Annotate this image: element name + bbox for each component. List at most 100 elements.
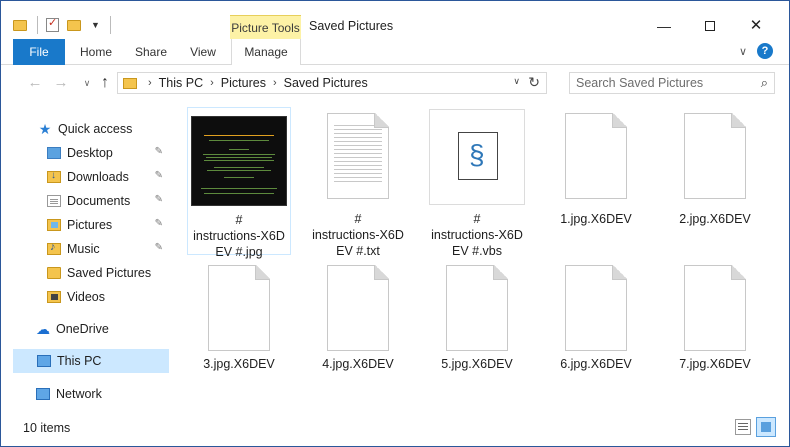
file-name: 4.jpg.X6DEV xyxy=(322,357,394,371)
videos-folder-icon xyxy=(47,291,61,303)
file-item[interactable]: # instructions-X6D EV #.jpg xyxy=(187,107,291,259)
maximize-button[interactable] xyxy=(687,15,733,39)
sidebar-item-label: OneDrive xyxy=(56,322,109,336)
sidebar-item-label: This PC xyxy=(57,354,102,368)
blank-file-icon xyxy=(684,265,746,351)
pin-icon[interactable]: ✎ xyxy=(155,146,163,157)
sidebar-item-label: Music xyxy=(67,242,100,256)
file-item[interactable]: 4.jpg.X6DEV xyxy=(306,261,410,377)
refresh-icon[interactable]: ↻ xyxy=(528,74,540,91)
sidebar-item-this-pc[interactable]: This PC xyxy=(13,349,169,373)
pin-icon[interactable]: ✎ xyxy=(155,170,163,181)
file-item[interactable]: 6.jpg.X6DEV xyxy=(544,261,648,377)
file-item[interactable]: 5.jpg.X6DEV xyxy=(425,261,529,377)
folder-icon xyxy=(47,267,61,279)
file-item[interactable]: # instructions-X6D EV #.txt xyxy=(306,107,410,258)
breadcrumb-this-pc[interactable]: This PC xyxy=(159,76,203,90)
blank-file-icon xyxy=(327,265,389,351)
blank-file-icon xyxy=(565,265,627,351)
vbscript-icon xyxy=(458,132,498,180)
file-name: 7.jpg.X6DEV xyxy=(679,357,751,371)
sidebar-item-label: Documents xyxy=(67,194,131,208)
tab-home[interactable]: Home xyxy=(71,39,121,65)
sidebar-item-onedrive[interactable]: ☁ OneDrive xyxy=(1,317,169,341)
search-icon[interactable]: ⌕ xyxy=(761,75,768,91)
tab-file[interactable]: File xyxy=(13,39,65,65)
new-folder-icon[interactable] xyxy=(67,19,81,31)
close-button[interactable]: ✕ xyxy=(733,15,779,39)
tab-view[interactable]: View xyxy=(181,39,225,65)
blank-file-icon xyxy=(684,113,746,199)
blank-file-icon xyxy=(446,265,508,351)
sidebar-item-documents[interactable]: Documents ✎ xyxy=(1,189,169,213)
folder-icon xyxy=(123,77,137,89)
file-item[interactable]: 7.jpg.X6DEV xyxy=(663,261,767,377)
file-name: 1.jpg.X6DEV xyxy=(560,212,632,226)
up-button[interactable]: ↑ xyxy=(95,74,115,92)
title-bar: ▼ Picture Tools Saved Pictures — ✕ xyxy=(1,1,789,40)
file-name: # instructions-X6D EV #.vbs xyxy=(431,212,523,258)
file-item[interactable]: 2.jpg.X6DEV xyxy=(663,107,767,257)
sidebar-item-label: Desktop xyxy=(67,146,113,160)
sidebar-item-saved-pictures[interactable]: Saved Pictures xyxy=(1,261,169,285)
toolbar-divider xyxy=(37,16,38,34)
sidebar-item-network[interactable]: Network xyxy=(1,382,169,406)
minimize-button[interactable]: — xyxy=(641,15,687,39)
text-file-icon xyxy=(327,113,389,199)
search-input[interactable] xyxy=(576,73,756,93)
breadcrumb-saved-pictures[interactable]: Saved Pictures xyxy=(284,76,368,90)
search-box[interactable]: ⌕ xyxy=(569,72,775,94)
file-item[interactable]: 1.jpg.X6DEV xyxy=(544,107,648,257)
pin-icon[interactable]: ✎ xyxy=(155,242,163,253)
navigation-pane: ★ Quick access Desktop ✎ Downloads ✎ Doc… xyxy=(1,101,173,411)
sidebar-item-label: Downloads xyxy=(67,170,129,184)
sidebar-item-quick-access[interactable]: ★ Quick access xyxy=(1,117,169,141)
ribbon-controls: ∨ ? xyxy=(739,43,773,59)
file-item[interactable]: 3.jpg.X6DEV xyxy=(187,261,291,377)
properties-icon[interactable] xyxy=(46,16,59,32)
sidebar-item-label: Pictures xyxy=(67,218,113,232)
sidebar-item-pictures[interactable]: Pictures ✎ xyxy=(1,213,169,237)
expand-ribbon-chevron-icon[interactable]: ∨ xyxy=(739,45,747,58)
file-list: # instructions-X6D EV #.jpg # instructio… xyxy=(173,101,789,411)
tab-manage[interactable]: Manage xyxy=(231,39,301,66)
back-button[interactable]: ← xyxy=(25,74,45,92)
sidebar-item-music[interactable]: Music ✎ xyxy=(1,237,169,261)
file-item[interactable]: # instructions-X6D EV #.vbs xyxy=(425,107,529,258)
computer-icon xyxy=(37,355,51,367)
tab-share[interactable]: Share xyxy=(125,39,177,65)
large-icons-view-icon[interactable] xyxy=(756,417,776,437)
window-title: Saved Pictures xyxy=(309,19,394,33)
breadcrumb-pictures[interactable]: Pictures xyxy=(221,76,266,90)
onedrive-icon: ☁ xyxy=(36,321,50,337)
breadcrumb-separator[interactable]: › xyxy=(210,77,214,89)
sidebar-item-downloads[interactable]: Downloads ✎ xyxy=(1,165,169,189)
breadcrumb-separator[interactable]: › xyxy=(273,77,277,89)
help-icon[interactable]: ? xyxy=(757,43,773,59)
sidebar-item-label: Network xyxy=(56,387,102,401)
pictures-folder-icon xyxy=(47,219,61,231)
address-bar[interactable]: › This PC › Pictures › Saved Pictures ∨ … xyxy=(117,72,547,94)
sidebar-item-desktop[interactable]: Desktop ✎ xyxy=(1,141,169,165)
explorer-window: ▼ Picture Tools Saved Pictures — ✕ File … xyxy=(0,0,790,447)
pin-icon[interactable]: ✎ xyxy=(155,218,163,229)
blank-file-icon xyxy=(208,265,270,351)
customize-toolbar-chevron-icon[interactable]: ▼ xyxy=(91,20,100,30)
breadcrumb-separator[interactable]: › xyxy=(148,77,152,89)
address-dropdown-chevron-icon[interactable]: ∨ xyxy=(513,76,520,87)
file-name: 5.jpg.X6DEV xyxy=(441,357,513,371)
status-bar: 10 items xyxy=(1,411,789,446)
forward-button[interactable]: → xyxy=(51,74,71,92)
sidebar-item-videos[interactable]: Videos xyxy=(1,285,169,309)
details-view-icon[interactable] xyxy=(735,419,751,435)
blank-file-icon xyxy=(565,113,627,199)
sidebar-item-label: Quick access xyxy=(58,122,133,136)
downloads-folder-icon xyxy=(47,170,61,183)
script-file-icon xyxy=(429,109,525,205)
desktop-folder-icon xyxy=(47,147,61,159)
folder-icon[interactable] xyxy=(13,19,27,31)
file-name: 6.jpg.X6DEV xyxy=(560,357,632,371)
ribbon: File Home Share View Manage ∨ ? xyxy=(1,39,789,66)
recent-locations-chevron-icon[interactable]: ∨ xyxy=(77,74,97,92)
pin-icon[interactable]: ✎ xyxy=(155,194,163,205)
